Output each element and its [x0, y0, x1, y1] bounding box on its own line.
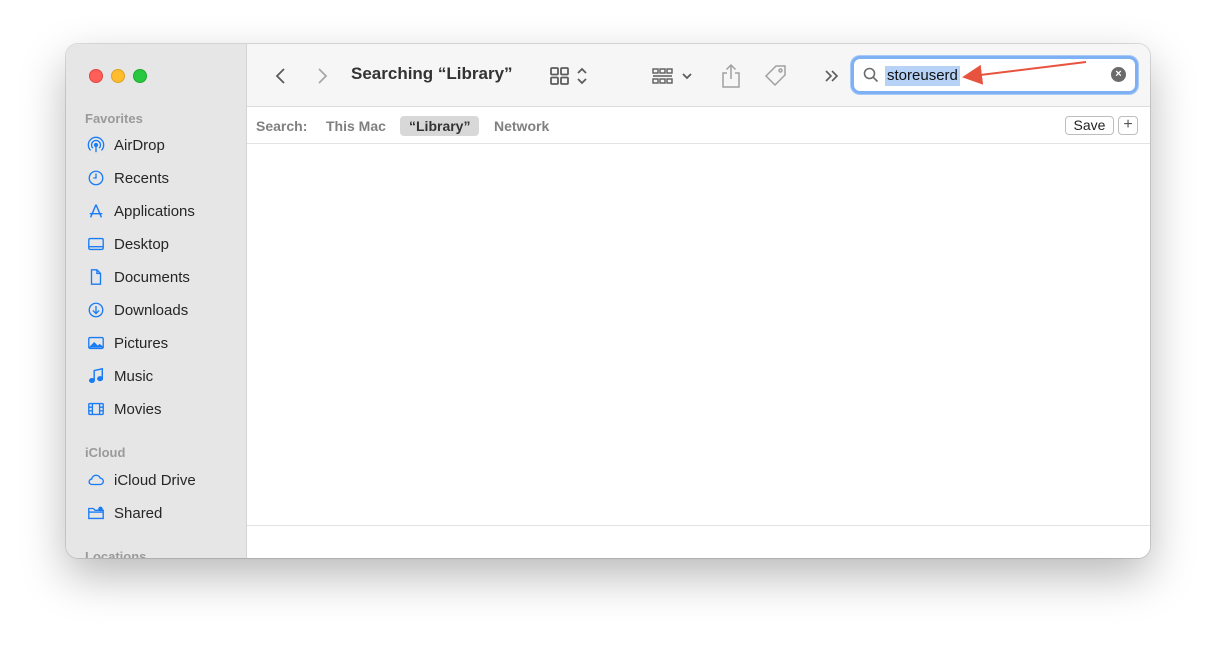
download-icon: [86, 301, 105, 320]
grid-view-icon: [550, 67, 587, 85]
share-button[interactable]: [719, 62, 743, 90]
sidebar-item-label: Movies: [114, 400, 162, 418]
photo-icon: [86, 334, 105, 353]
save-search-button[interactable]: Save: [1065, 116, 1114, 135]
search-results-area: [247, 144, 1150, 558]
back-chevron-icon: [275, 68, 285, 84]
share-icon: [722, 63, 740, 88]
sidebar-item-label: iCloud Drive: [114, 471, 196, 489]
applications-icon: [86, 202, 105, 221]
clear-icon[interactable]: ×: [1111, 67, 1126, 82]
tag-button[interactable]: [763, 62, 789, 90]
back-button[interactable]: [269, 62, 293, 90]
sidebar-item-pictures[interactable]: Pictures: [86, 331, 168, 355]
sidebar-item-downloads[interactable]: Downloads: [86, 298, 188, 322]
close-window-button[interactable]: [89, 69, 103, 83]
sidebar-item-documents[interactable]: Documents: [86, 265, 190, 289]
desktop-icon: [86, 235, 105, 254]
forward-button[interactable]: [310, 62, 334, 90]
locations-section-title: Locations: [85, 549, 147, 558]
sidebar-item-label: Shared: [114, 504, 163, 522]
scope-network[interactable]: Network: [485, 116, 558, 136]
zoom-window-button[interactable]: [133, 69, 147, 83]
add-criteria-button[interactable]: +: [1118, 116, 1138, 135]
sidebar-item-label: Applications: [114, 202, 195, 220]
sidebar-item-applications[interactable]: Applications: [86, 199, 195, 223]
sidebar-item-label: Music: [114, 367, 154, 385]
cloud-icon: [86, 471, 105, 490]
search-scope-bar: Search: This Mac “Library” Network Save …: [247, 107, 1150, 144]
search-scope-label: Search:: [256, 118, 308, 134]
sidebar-item-icloud-drive[interactable]: iCloud Drive: [86, 468, 196, 492]
shared-folder-icon: [86, 504, 105, 523]
scope-this-mac[interactable]: This Mac: [317, 116, 395, 136]
sidebar-item-label: Pictures: [114, 334, 169, 352]
finder-window: Favorites AirDrop Recents Applications D…: [66, 44, 1150, 558]
forward-chevron-icon: [318, 68, 328, 84]
sidebar-item-label: Recents: [114, 169, 170, 187]
sidebar-item-recents[interactable]: Recents: [86, 166, 169, 190]
icloud-section-title: iCloud: [85, 445, 126, 460]
sidebar-item-label: AirDrop: [114, 136, 165, 154]
airdrop-icon: [86, 136, 105, 155]
more-toolbar-items-button[interactable]: [821, 62, 843, 90]
search-icon: [863, 67, 879, 83]
group-by-button[interactable]: [651, 62, 697, 90]
search-field[interactable]: storeuserd ×: [851, 56, 1138, 94]
group-by-icon: [652, 68, 692, 84]
toolbar: Searching “Library” storeuserd ×: [247, 44, 1150, 107]
document-icon: [86, 268, 105, 287]
tag-icon: [764, 65, 786, 87]
sidebar-item-label: Downloads: [114, 301, 189, 319]
sidebar-item-music[interactable]: Music: [86, 364, 153, 388]
sidebar-item-label: Desktop: [114, 235, 170, 253]
window-title: Searching “Library”: [351, 64, 513, 83]
status-divider: [247, 525, 1150, 526]
film-icon: [86, 400, 105, 419]
sidebar-item-label: Documents: [114, 268, 190, 286]
view-mode-button[interactable]: [549, 62, 593, 90]
sidebar-item-movies[interactable]: Movies: [86, 397, 162, 421]
window-controls: [89, 69, 147, 83]
sidebar-item-airdrop[interactable]: AirDrop: [86, 133, 165, 157]
clock-icon: [86, 169, 105, 188]
search-input[interactable]: storeuserd: [885, 66, 960, 86]
sidebar-item-shared[interactable]: Shared: [86, 501, 162, 525]
music-note-icon: [86, 367, 105, 386]
sidebar: Favorites AirDrop Recents Applications D…: [66, 44, 247, 558]
minimize-window-button[interactable]: [111, 69, 125, 83]
favorites-section-title: Favorites: [85, 111, 143, 126]
scope-library[interactable]: “Library”: [400, 116, 480, 136]
more-chevron-icon: [825, 70, 839, 82]
sidebar-item-desktop[interactable]: Desktop: [86, 232, 169, 256]
